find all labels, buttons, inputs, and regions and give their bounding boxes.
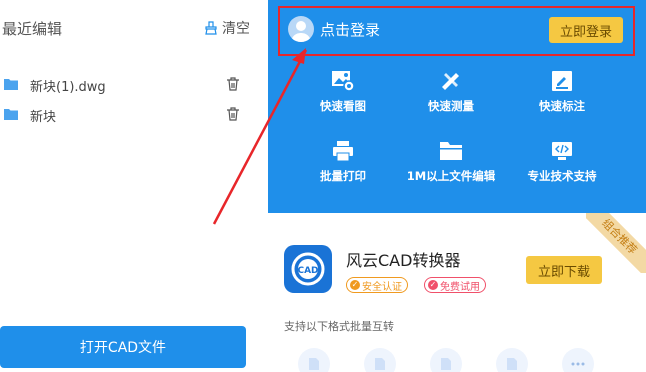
recent-title: 最近编辑 [2, 20, 63, 38]
avatar[interactable] [288, 16, 314, 42]
formats-title: 支持以下格式批量互转 [284, 320, 394, 333]
user-icon [291, 21, 311, 42]
logo-text: CAD [297, 266, 318, 276]
open-cad-file-button[interactable]: 打开CAD文件 [0, 326, 246, 368]
account-panel: 点击登录 立即登录 快速看图 快速测量 快速标注 批量打印 1M以上文件编辑 专… [268, 0, 646, 372]
feature-area: 点击登录 立即登录 快速看图 快速测量 快速标注 批量打印 1M以上文件编辑 专… [268, 0, 646, 213]
file-item[interactable]: 新块 [0, 100, 260, 130]
tag-free-trial: ✓ 免费试用 [424, 277, 486, 293]
tool-large-file-edit[interactable]: 1M以上文件编辑 [401, 140, 501, 200]
check-icon: ✓ [428, 280, 438, 290]
tag-security: ✓ 安全认证 [346, 277, 408, 293]
format-dwf-icon[interactable] [430, 348, 462, 372]
clear-button[interactable]: 清空 [204, 18, 250, 38]
file-name: 新块 [30, 110, 57, 125]
file-list: 新块(1).dwg 新块 [0, 70, 260, 130]
tool-quick-measure[interactable]: 快速测量 [401, 70, 501, 130]
broom-icon [205, 21, 217, 35]
clear-label: 清空 [222, 21, 250, 37]
tool-tech-support[interactable]: 专业技术支持 [512, 140, 612, 200]
recent-files-panel: 最近编辑 清空 新块(1).dwg 新块 打开CAD文件 [0, 0, 268, 372]
tool-label: 快速测量 [428, 99, 474, 113]
tool-batch-print[interactable]: 批量打印 [293, 140, 393, 200]
recent-header: 最近编辑 清空 [0, 18, 260, 40]
tool-quick-view[interactable]: 快速看图 [293, 70, 393, 130]
tool-label: 专业技术支持 [527, 169, 597, 183]
format-image-icon[interactable] [496, 348, 528, 372]
tool-label: 快速标注 [539, 99, 585, 113]
product-logo: CAD [284, 245, 332, 293]
format-pdf-icon[interactable] [298, 348, 330, 372]
tag-label: 安全认证 [362, 281, 402, 293]
tool-label: 1M以上文件编辑 [406, 169, 496, 183]
trash-icon[interactable] [226, 107, 240, 121]
folder-icon [440, 142, 462, 160]
app-window: 最近编辑 清空 新块(1).dwg 新块 打开CAD文件 点击登录 立即登录 快… [0, 0, 646, 372]
cad-logo-icon: CAD [291, 252, 325, 286]
folder-icon [4, 109, 18, 120]
trash-icon[interactable] [226, 77, 240, 91]
tool-label: 批量打印 [320, 169, 366, 183]
image-view-icon [332, 71, 355, 92]
login-bar: 点击登录 立即登录 [278, 6, 635, 56]
ruler-pencil-icon [442, 73, 459, 90]
tool-quick-annotate[interactable]: 快速标注 [512, 70, 612, 130]
folder-icon [4, 79, 18, 90]
tag-label: 免费试用 [440, 281, 480, 293]
annotate-icon [552, 71, 572, 91]
login-link[interactable]: 点击登录 [320, 19, 380, 40]
code-icon [552, 142, 572, 160]
file-name: 新块(1).dwg [30, 80, 106, 95]
check-icon: ✓ [350, 280, 360, 290]
login-button[interactable]: 立即登录 [549, 17, 623, 43]
file-item[interactable]: 新块(1).dwg [0, 70, 260, 100]
product-name: 风云CAD转换器 [346, 251, 461, 270]
printer-icon [333, 141, 353, 162]
download-button[interactable]: 立即下载 [526, 256, 602, 284]
more-formats-icon[interactable] [562, 348, 594, 372]
tool-label: 快速看图 [320, 99, 366, 113]
format-dwg-icon[interactable] [364, 348, 396, 372]
